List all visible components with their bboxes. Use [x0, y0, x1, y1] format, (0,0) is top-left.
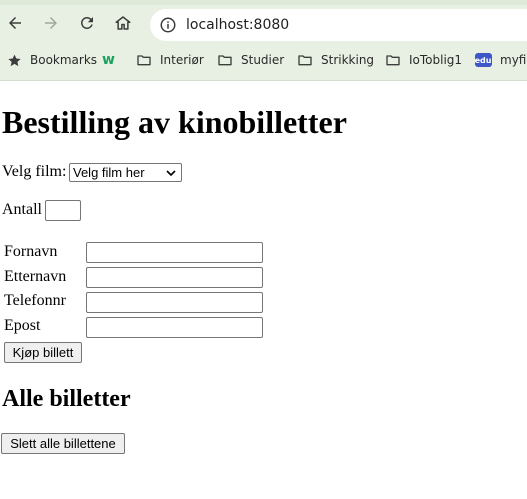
bookmark-label: Studier: [241, 53, 285, 67]
telefonnr-label: Telefonnr: [4, 292, 66, 309]
edu-icon: edu: [474, 52, 492, 68]
bookmarks-bar: Bookmarks w Interiør Studier Strikking I…: [0, 43, 527, 81]
etternavn-label: Etternavn: [4, 268, 67, 285]
epost-label: Epost: [4, 317, 41, 334]
address-bar[interactable]: localhost:8080: [150, 9, 527, 41]
antall-input[interactable]: [45, 200, 81, 221]
fornavn-input[interactable]: [86, 242, 263, 263]
telefonnr-input[interactable]: [86, 292, 263, 313]
forward-button[interactable]: [39, 11, 63, 35]
bookmark-iotoblig1[interactable]: IoToblig1: [385, 52, 462, 68]
film-select-value: Velg film her: [73, 165, 145, 180]
all-tickets-heading: Alle billetter: [2, 386, 131, 412]
film-select[interactable]: Velg film her: [69, 163, 182, 182]
bookmark-label: IoToblig1: [409, 53, 463, 67]
bookmark-bookmarks[interactable]: Bookmarks: [6, 52, 97, 68]
browser-toolbar: localhost:8080: [0, 5, 527, 43]
bookmark-label: Bookmarks: [30, 53, 98, 67]
url-text[interactable]: localhost:8080: [186, 17, 289, 33]
home-icon: [115, 16, 131, 30]
bookmark-studier[interactable]: Studier: [217, 52, 284, 68]
reload-button[interactable]: [75, 11, 99, 35]
home-button[interactable]: [111, 11, 135, 35]
etternavn-input[interactable]: [86, 267, 263, 288]
bookmark-w[interactable]: w: [102, 52, 115, 68]
site-info-icon[interactable]: [159, 16, 177, 34]
bookmark-label: Strikking: [321, 53, 375, 67]
folder-icon: [385, 52, 401, 68]
folder-icon: [136, 52, 152, 68]
page-title: Bestilling av kinobilletter: [2, 104, 347, 140]
bookmark-interior[interactable]: Interiør: [136, 52, 204, 68]
chevron-down-icon: [166, 170, 176, 177]
folder-icon: [217, 52, 233, 68]
back-button[interactable]: [3, 11, 27, 35]
delete-all-tickets-button[interactable]: Slett alle billettene: [1, 433, 125, 454]
browser-chrome: localhost:8080 Bookmarks w Interiør Stud…: [0, 0, 527, 81]
buy-ticket-button[interactable]: Kjøp billett: [4, 342, 82, 363]
folder-icon: [297, 52, 313, 68]
antall-label: Antall: [2, 201, 42, 218]
bookmark-myfirs[interactable]: edu myfirs: [474, 52, 527, 68]
arrow-right-icon: [45, 17, 57, 29]
fornavn-label: Fornavn: [4, 243, 58, 260]
bookmark-label: Interiør: [160, 53, 204, 67]
arrow-left-icon: [9, 17, 21, 29]
film-label: Velg film:: [2, 163, 67, 180]
bookmark-label: myfirs: [500, 53, 527, 67]
epost-input[interactable]: [86, 317, 263, 338]
bookmark-strikking[interactable]: Strikking: [297, 52, 374, 68]
w-logo-icon: w: [102, 52, 115, 68]
star-icon: [6, 52, 22, 68]
reload-icon: [80, 16, 93, 29]
